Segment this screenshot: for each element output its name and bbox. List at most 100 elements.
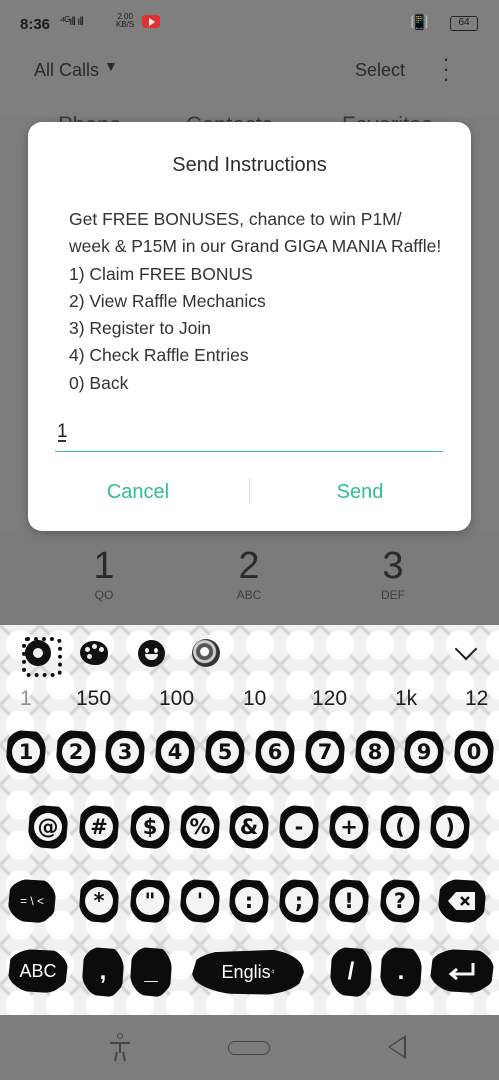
dialpad-key-1[interactable]: 1 QO	[64, 546, 144, 602]
message-line: 4) Check Raffle Entries	[69, 345, 249, 366]
key-dollar[interactable]: $	[130, 805, 170, 849]
text-cursor	[58, 440, 66, 442]
key-slash[interactable]: /	[330, 947, 372, 997]
suggestion-item[interactable]: 12	[465, 687, 488, 711]
space-key[interactable]: Englis ⁴	[192, 949, 304, 995]
suggestion-item[interactable]: 120	[312, 687, 347, 711]
message-line: Get FREE BONUSES, chance to win P1M/	[69, 209, 402, 229]
key-double-quote[interactable]: "	[130, 879, 170, 923]
key-underscore-label: _	[144, 958, 158, 985]
emoji-icon[interactable]	[135, 637, 167, 669]
dialpad-key-3-letters: DEF	[381, 588, 405, 602]
send-button[interactable]: Send	[260, 468, 460, 516]
key-3-label: 3	[111, 738, 139, 766]
key-8[interactable]: 8	[355, 730, 395, 774]
key-comma[interactable]: ,	[82, 947, 124, 997]
message-line: 0) Back	[69, 372, 129, 393]
key-colon[interactable]: :	[229, 879, 269, 923]
home-button[interactable]	[228, 1041, 270, 1055]
key-at-label: @	[34, 813, 62, 841]
settings-gear-icon[interactable]	[22, 637, 62, 677]
dialpad-key-3[interactable]: 3 DEF	[353, 546, 433, 602]
accessibility-icon[interactable]	[108, 1033, 132, 1062]
dialog-title: Send Instructions	[172, 154, 327, 176]
key-7[interactable]: 7	[305, 730, 345, 774]
sticker-icon[interactable]	[190, 637, 222, 669]
suggestion-item[interactable]: 1k	[395, 687, 417, 711]
key-period-label: .	[397, 958, 405, 985]
enter-key[interactable]	[430, 949, 494, 993]
symbols-page-switch-key[interactable]: = \ <	[8, 879, 56, 923]
space-key-label: Englis	[221, 961, 271, 982]
key-comma-label: ,	[99, 958, 107, 985]
key-plus[interactable]: +	[329, 805, 369, 849]
suggestion-item[interactable]: 1	[20, 687, 32, 711]
key-asterisk[interactable]: *	[79, 879, 119, 923]
key-period[interactable]: .	[380, 947, 422, 997]
dialer-app-bar: All Calls ▼ Select · · ·	[0, 48, 499, 118]
key-underscore[interactable]: _	[130, 947, 172, 997]
dialpad-key-2[interactable]: 2 ABC	[209, 546, 289, 602]
key-6[interactable]: 6	[255, 730, 295, 774]
ussd-dialog: Send Instructions Get FREE BONUSES, chan…	[28, 122, 471, 531]
key-0[interactable]: 0	[454, 730, 494, 774]
key-hash[interactable]: #	[79, 805, 119, 849]
key-3[interactable]: 3	[105, 730, 145, 774]
key-1[interactable]: 1	[6, 730, 46, 774]
key-percent[interactable]: %	[180, 805, 220, 849]
key-5[interactable]: 5	[205, 730, 245, 774]
key-semicolon-label: ;	[285, 887, 313, 915]
hide-keyboard-chevron-icon[interactable]	[450, 637, 482, 669]
dialpad: 1 QO 2 ABC 3 DEF	[0, 530, 499, 625]
cancel-button[interactable]: Cancel	[38, 468, 238, 516]
key-4[interactable]: 4	[155, 730, 195, 774]
key-minus[interactable]: -	[279, 805, 319, 849]
theme-palette-icon[interactable]	[78, 637, 110, 669]
key-2-label: 2	[62, 738, 90, 766]
key-exclamation-label: !	[335, 887, 363, 915]
key-colon-label: :	[235, 887, 263, 915]
key-at[interactable]: @	[28, 805, 68, 849]
key-ampersand[interactable]: &	[229, 805, 269, 849]
suggestion-item[interactable]: 100	[159, 687, 194, 711]
key-6-label: 6	[261, 738, 289, 766]
key-plus-label: +	[335, 813, 363, 841]
key-single-quote[interactable]: '	[180, 879, 220, 923]
key-semicolon[interactable]: ;	[279, 879, 319, 923]
key-question-label: ?	[386, 887, 414, 915]
dialpad-key-2-letters: ABC	[236, 588, 262, 602]
keyboard-toolbar	[0, 625, 499, 681]
key-double-quote-label: "	[136, 887, 164, 915]
key-right-paren-label: )	[436, 813, 464, 841]
symbols-page-switch-label: = \ <	[19, 894, 45, 908]
reply-input[interactable]	[55, 412, 443, 452]
suggestion-item[interactable]: 10	[243, 687, 266, 711]
dialpad-key-2-number: 2	[238, 545, 260, 587]
dialpad-key-1-letters: QO	[94, 588, 114, 602]
suggestion-item[interactable]: 150	[76, 687, 111, 711]
key-percent-label: %	[186, 813, 214, 841]
key-question[interactable]: ?	[380, 879, 420, 923]
key-9[interactable]: 9	[404, 730, 444, 774]
youtube-notification-icon	[142, 15, 160, 28]
key-asterisk-label: *	[85, 887, 113, 915]
backspace-icon	[448, 892, 475, 910]
key-2[interactable]: 2	[56, 730, 96, 774]
back-button[interactable]	[388, 1035, 406, 1059]
status-time: 8:36	[20, 16, 51, 33]
abc-switch-key[interactable]: ABC	[8, 949, 68, 993]
key-left-paren[interactable]: (	[380, 805, 420, 849]
more-options-icon[interactable]: · · ·	[440, 48, 452, 90]
key-right-paren[interactable]: )	[430, 805, 470, 849]
key-1-label: 1	[12, 738, 40, 766]
key-0-label: 0	[460, 738, 488, 766]
backspace-key[interactable]	[438, 879, 486, 923]
key-minus-label: -	[285, 813, 313, 841]
key-dollar-label: $	[136, 813, 164, 841]
key-8-label: 8	[361, 738, 389, 766]
call-filter-dropdown[interactable]: All Calls	[34, 60, 99, 81]
key-exclamation[interactable]: !	[329, 879, 369, 923]
select-button[interactable]: Select	[355, 60, 405, 81]
abc-switch-label: ABC	[19, 960, 57, 981]
battery-icon: 64	[450, 16, 478, 31]
